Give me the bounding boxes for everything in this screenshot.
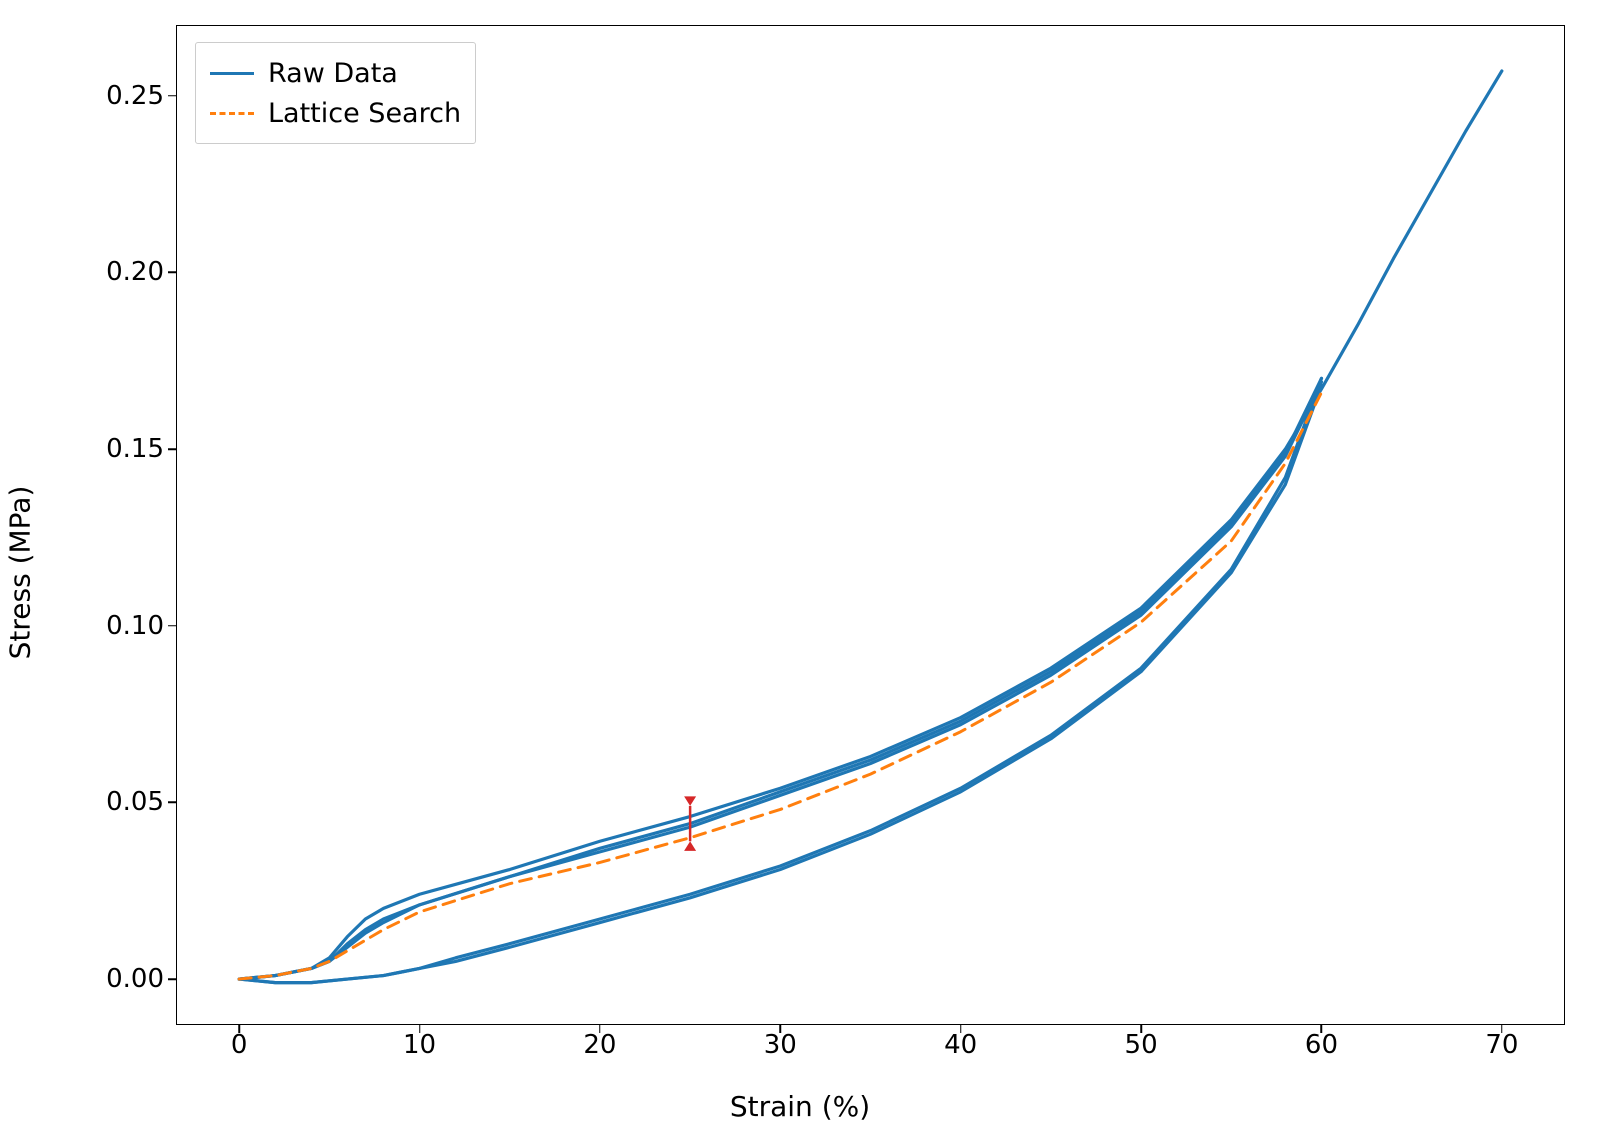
x-tick-label: 20 (583, 1030, 616, 1060)
x-tick-label: 50 (1125, 1030, 1158, 1060)
x-tick-label: 60 (1305, 1030, 1338, 1060)
annotation-arrowhead (684, 796, 696, 806)
legend-label: Raw Data (268, 58, 398, 89)
x-tick-label: 0 (231, 1030, 248, 1060)
legend-entry-raw-data: Raw Data (210, 53, 461, 93)
x-tick-label: 70 (1485, 1030, 1518, 1060)
series-line (239, 385, 1321, 982)
y-tick-mark (168, 802, 176, 804)
series-line (239, 378, 1321, 982)
x-tick-label: 10 (403, 1030, 436, 1060)
series-line (239, 71, 1502, 979)
y-tick-label: 0.20 (64, 257, 164, 287)
x-axis-label: Strain (%) (0, 1090, 1600, 1123)
chart-lines (176, 25, 1565, 1025)
x-tick-label: 40 (944, 1030, 977, 1060)
legend-swatch-dashed (210, 103, 254, 123)
y-tick-mark (168, 448, 176, 450)
legend-swatch-solid (210, 63, 254, 83)
y-tick-label: 0.25 (64, 81, 164, 111)
legend-label: Lattice Search (268, 98, 461, 129)
legend-entry-lattice-search: Lattice Search (210, 93, 461, 133)
y-tick-label: 0.05 (64, 787, 164, 817)
x-tick-label: 30 (764, 1030, 797, 1060)
annotation-arrowhead (684, 841, 696, 851)
series-line (239, 392, 1321, 979)
chart-container: 0 10 20 30 40 50 60 70 0.00 0.05 0.10 0.15 0.20 0.25… (0, 0, 1600, 1145)
y-tick-label: 0.00 (64, 964, 164, 994)
series-line (239, 382, 1321, 979)
y-axis-label: Stress (MPa) (0, 0, 60, 1145)
series-line (239, 378, 1321, 979)
y-tick-mark (168, 95, 176, 97)
y-tick-mark (168, 625, 176, 627)
y-tick-mark (168, 272, 176, 274)
y-tick-label: 0.15 (64, 434, 164, 464)
y-tick-mark (168, 978, 176, 980)
y-tick-label: 0.10 (64, 611, 164, 641)
legend: Raw Data Lattice Search (195, 42, 476, 144)
